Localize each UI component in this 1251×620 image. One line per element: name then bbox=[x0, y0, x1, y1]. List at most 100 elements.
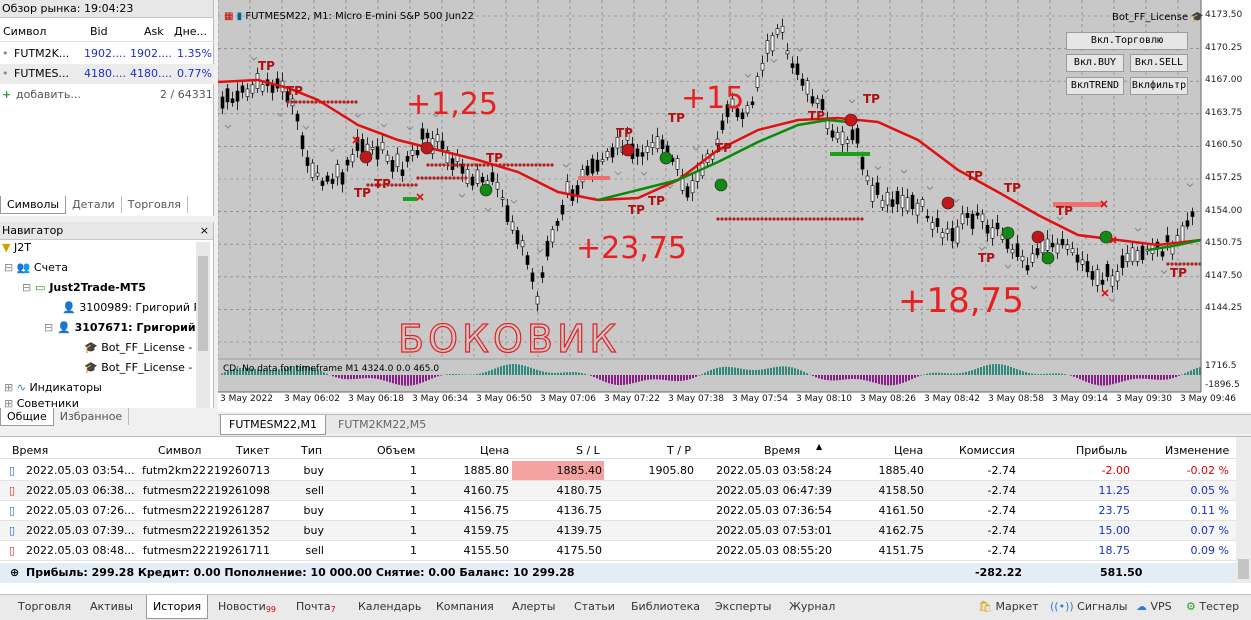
add-symbol-row[interactable]: + добавить... 2 / 64331 bbox=[0, 85, 214, 105]
tree-toggle-icon[interactable]: ⊟ bbox=[4, 261, 13, 274]
toolbox-tab[interactable]: Компания bbox=[436, 600, 494, 613]
cell-type: buy bbox=[303, 524, 324, 537]
col-tp[interactable]: T / P bbox=[667, 444, 691, 457]
toolbox-tab[interactable]: Новости99 bbox=[218, 600, 276, 614]
toolbox-tab[interactable]: Эксперты bbox=[715, 600, 771, 613]
toggle-sell-button[interactable]: Вкл.SELL bbox=[1130, 54, 1188, 72]
signals-button[interactable]: ((•)) Сигналы bbox=[1050, 600, 1127, 613]
oscillator-bar bbox=[362, 375, 364, 379]
table-row[interactable]: ▯ 2022.05.03 08:48... futmesm22 219261711 se… bbox=[0, 541, 1236, 561]
toggle-filter-button[interactable]: Вклфильтр bbox=[1130, 77, 1188, 95]
tp-dot bbox=[346, 100, 350, 104]
oscillator-bar bbox=[1115, 375, 1117, 384]
oscillator-bar bbox=[905, 375, 907, 382]
market-button[interactable]: 🛍 Маркет bbox=[978, 600, 1039, 613]
col-ask[interactable]: Ask bbox=[144, 22, 164, 42]
table-row[interactable]: ▯ 2022.05.03 03:54... futm2km22 219260713 bu… bbox=[0, 461, 1236, 481]
col-close-price[interactable]: Цена bbox=[894, 444, 923, 457]
col-type[interactable]: Тип bbox=[301, 444, 322, 457]
table-scrollbar[interactable] bbox=[1236, 437, 1251, 583]
bullet-icon: • bbox=[2, 67, 9, 80]
tp-label: TP bbox=[374, 177, 391, 191]
col-ticket[interactable]: Тикет bbox=[236, 444, 270, 457]
tab-favorites[interactable]: Избранное bbox=[54, 408, 130, 425]
col-profit[interactable]: Прибыль bbox=[1076, 444, 1127, 457]
scrollbar-thumb[interactable] bbox=[198, 256, 208, 351]
toolbox-tab[interactable]: История bbox=[146, 595, 209, 619]
toolbox-tab[interactable]: Статьи bbox=[574, 600, 615, 613]
col-symbol[interactable]: Символ bbox=[3, 22, 46, 42]
tree-toggle-icon[interactable]: ⊞ bbox=[4, 381, 13, 394]
tree-toggle-icon[interactable]: ⊟ bbox=[22, 281, 31, 294]
table-row[interactable]: ▯ 2022.05.03 07:39... futmesm22 219261352 bu… bbox=[0, 521, 1236, 541]
toolbox-tab[interactable]: Журнал bbox=[789, 600, 835, 613]
chart-tab-active[interactable]: FUTMESM22,M1 bbox=[220, 415, 326, 435]
table-row[interactable]: ▯ 2022.05.03 06:38... futmesm22 219261098 se… bbox=[0, 481, 1236, 501]
summary-text: Прибыль: 299.28 Кредит: 0.00 Пополнение:… bbox=[26, 566, 575, 579]
tab-details[interactable]: Детали bbox=[66, 196, 122, 213]
nav-account-2[interactable]: ⊟ 👤 3107671: Григорий bbox=[44, 318, 196, 338]
oscillator-bar bbox=[1169, 375, 1171, 379]
candle-body bbox=[435, 134, 440, 143]
oscillator-bar bbox=[929, 373, 931, 375]
market-row[interactable]: • FUTM2K... 1902.... 1902.... 1.35% bbox=[0, 44, 214, 64]
close-icon[interactable]: × bbox=[200, 222, 209, 240]
table-row[interactable]: ▯ 2022.05.03 07:26... futmesm22 219261287 bu… bbox=[0, 501, 1236, 521]
market-row[interactable]: • FUTMES... 4180.... 4180.... 0.77% bbox=[0, 64, 214, 84]
toolbox-tab[interactable]: Активы bbox=[90, 600, 133, 613]
toolbox-tab[interactable]: Календарь bbox=[358, 600, 421, 613]
nav-bot-2[interactable]: 🎓 Bot_FF_License - bbox=[84, 358, 192, 378]
oscillator-bar bbox=[644, 375, 646, 381]
nav-account-1[interactable]: 👤 3100989: Григорий Р: bbox=[62, 298, 204, 318]
toolbox-tab[interactable]: Почта7 bbox=[296, 600, 336, 614]
col-commission[interactable]: Комиссия bbox=[959, 444, 1015, 457]
col-bid[interactable]: Bid bbox=[90, 22, 108, 42]
tree-toggle-icon[interactable]: ⊞ bbox=[4, 397, 13, 408]
toggle-trade-button[interactable]: Вкл.Торговлю bbox=[1066, 32, 1188, 50]
nav-broker[interactable]: ▼ J2T bbox=[2, 238, 31, 258]
toolbox-tab[interactable]: Библиотека bbox=[631, 600, 700, 613]
tester-button[interactable]: ⚙ Тестер bbox=[1186, 600, 1239, 613]
tab-general[interactable]: Общие bbox=[0, 408, 54, 426]
oscillator-bar bbox=[446, 374, 448, 375]
col-change[interactable]: Дне... bbox=[174, 22, 207, 42]
chart-tab[interactable]: FUTM2KM22,M5 bbox=[330, 415, 434, 435]
vps-button[interactable]: ☁ VPS bbox=[1136, 600, 1172, 613]
oscillator-bar bbox=[914, 375, 916, 378]
tp-dot bbox=[454, 163, 458, 167]
nav-server[interactable]: ⊟ ▭ Just2Trade-MT5 bbox=[22, 278, 146, 298]
chart-window[interactable]: TP TP TP TP TP TP TP TP TP TP TP TP TP TP TP TP TP +1,25… bbox=[218, 0, 1251, 412]
navigator-scrollbar[interactable] bbox=[196, 242, 210, 408]
cell-close-price: 4158.50 bbox=[878, 484, 925, 497]
candle-body bbox=[920, 199, 925, 207]
chart-header: ▦ ▮ FUTMESM22, M1: Micro E-mini S&P 500 … bbox=[224, 11, 474, 22]
candle-body bbox=[1120, 255, 1125, 268]
col-time[interactable]: Время bbox=[12, 444, 48, 457]
oscillator-bar bbox=[1187, 371, 1189, 375]
tab-symbols[interactable]: Символы bbox=[0, 196, 67, 214]
oscillator-bar bbox=[656, 375, 658, 380]
candle-body bbox=[790, 63, 795, 68]
col-symbol[interactable]: Символ bbox=[158, 444, 201, 457]
col-sl[interactable]: S / L bbox=[576, 444, 600, 457]
col-change[interactable]: Изменение bbox=[1165, 444, 1229, 457]
tp-dot bbox=[748, 217, 752, 221]
toolbox-tab[interactable]: Торговля bbox=[18, 600, 71, 613]
nav-advisors[interactable]: ⊞ Советники bbox=[4, 394, 79, 408]
tp-dot bbox=[446, 163, 450, 167]
oscillator-bar bbox=[875, 375, 877, 384]
oscillator-bar bbox=[572, 372, 574, 375]
col-price[interactable]: Цена bbox=[480, 444, 509, 457]
col-volume[interactable]: Объем bbox=[377, 444, 415, 457]
tree-toggle-icon[interactable]: ⊟ bbox=[44, 321, 53, 334]
toggle-trend-button[interactable]: ВклTREND bbox=[1066, 77, 1124, 95]
nav-accounts[interactable]: ⊟ 👥 Счета bbox=[4, 258, 68, 278]
tab-trading[interactable]: Торговля bbox=[122, 196, 188, 213]
scrollbar-thumb[interactable] bbox=[1238, 559, 1249, 579]
toolbox-tab[interactable]: Алерты bbox=[512, 600, 555, 613]
col-close-time[interactable]: Время bbox=[764, 444, 800, 457]
nav-bot-1[interactable]: 🎓 Bot_FF_License - bbox=[84, 338, 192, 358]
tp-dot bbox=[354, 100, 358, 104]
toggle-buy-button[interactable]: Вкл.BUY bbox=[1066, 54, 1124, 72]
cell-symbol: futmesm22 bbox=[142, 544, 206, 557]
